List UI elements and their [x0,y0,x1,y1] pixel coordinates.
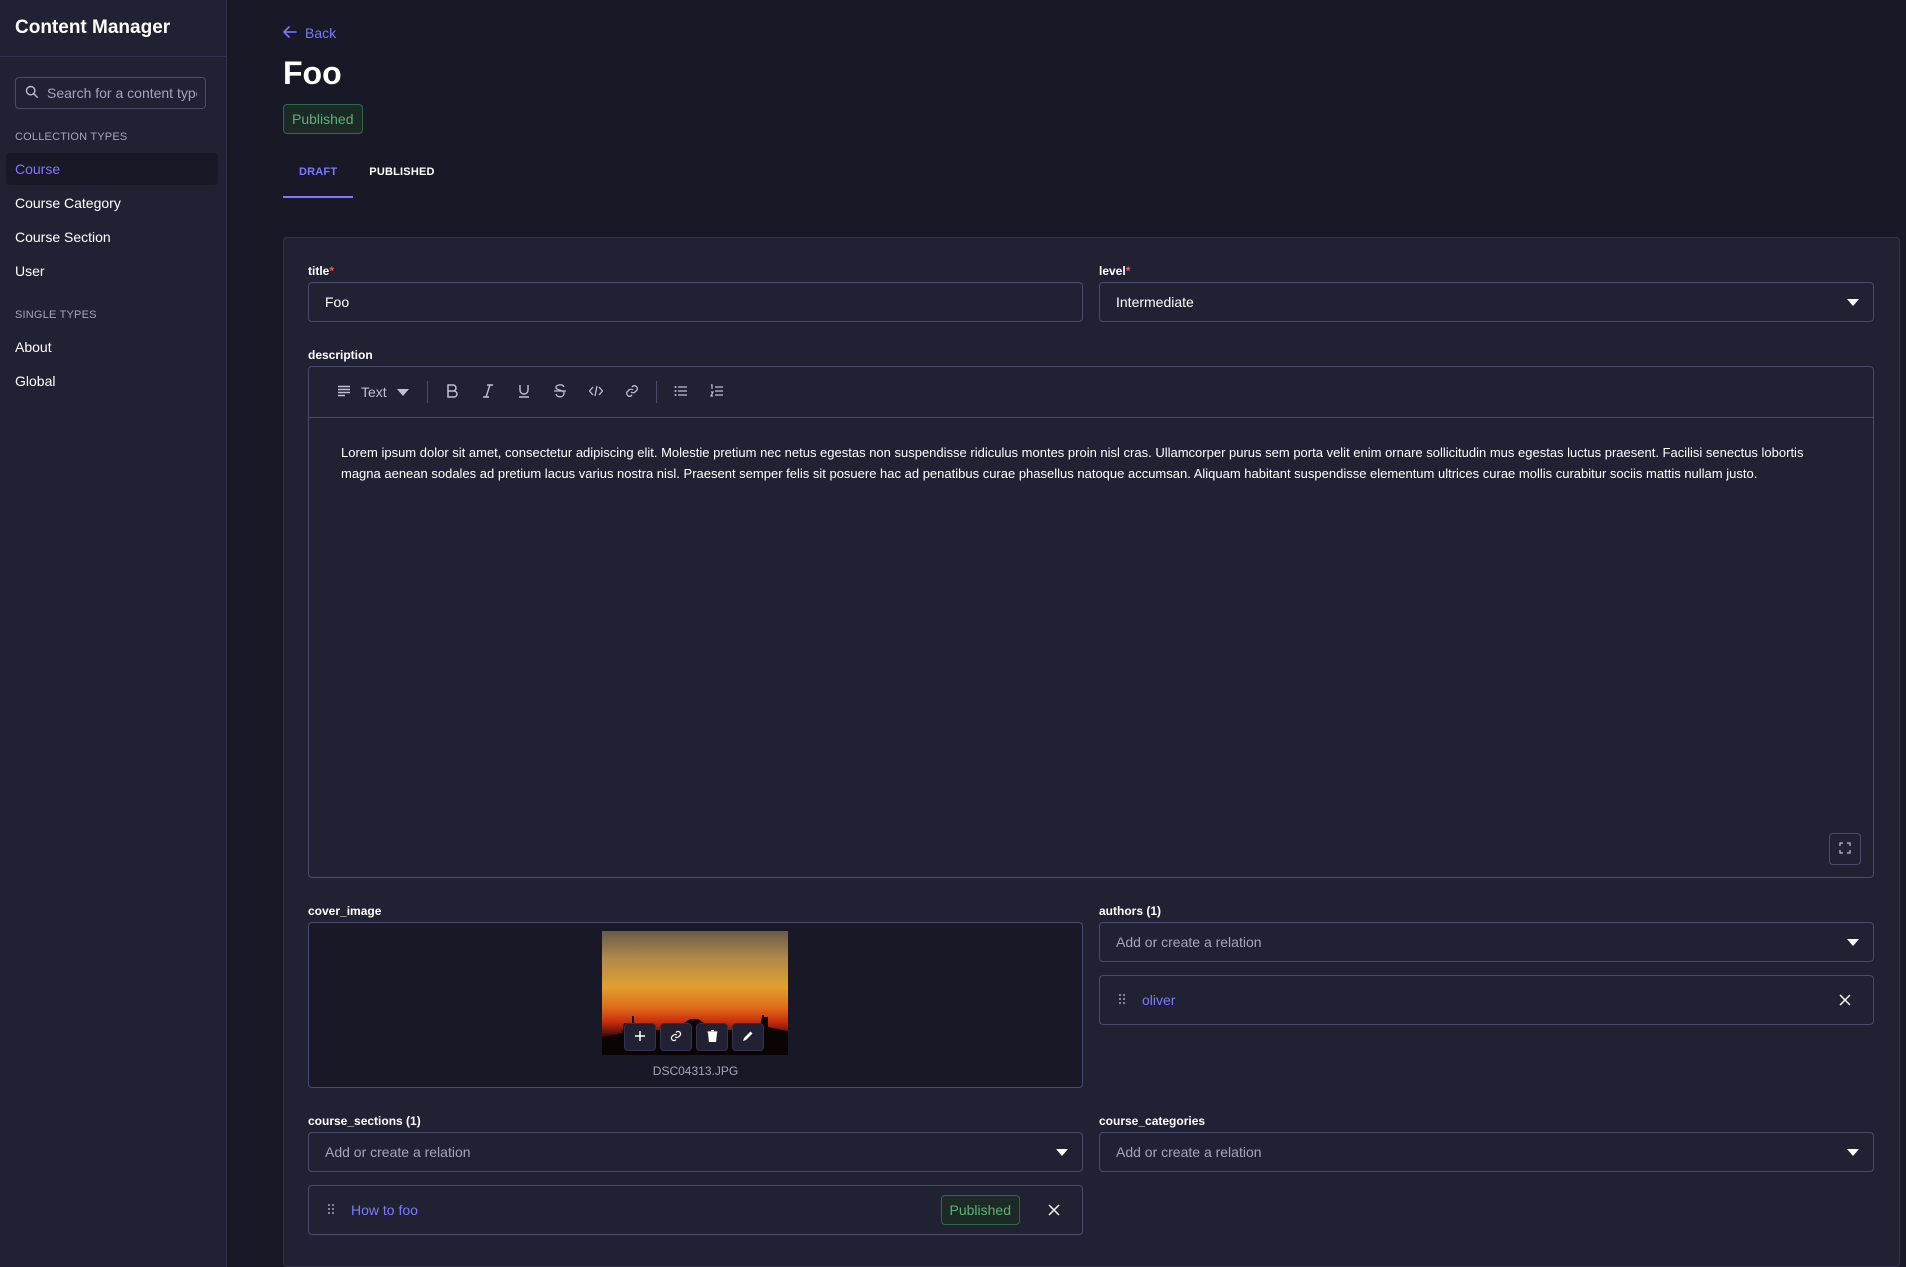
editor-toolbar: Text [309,367,1873,418]
edit-form-panel: title* Foo level* Intermediate descripti… [283,237,1900,1267]
numbered-list-button[interactable] [699,377,735,407]
sidebar-title: Content Manager [15,17,171,38]
underline-button[interactable] [506,377,542,407]
bold-button[interactable] [434,377,470,407]
sidebar-item-course-section[interactable]: Course Section [6,221,218,253]
sidebar-item-course-category[interactable]: Course Category [6,187,218,219]
course-sections-label: course_sections (1) [308,1114,421,1128]
trash-icon [707,1029,718,1045]
sidebar: Content Manager COLLECTION TYPES Course … [0,0,227,1267]
italic-icon [482,383,494,401]
sidebar-item-global[interactable]: Global [6,365,218,397]
status-badge: Published [940,1195,1020,1225]
chevron-down-icon [1056,1149,1068,1156]
course-sections-relation-select[interactable]: Add or create a relation [308,1132,1083,1172]
title-label-text: title [308,264,330,278]
author-relation-item: oliver [1099,975,1874,1025]
sidebar-item-about[interactable]: About [6,331,218,363]
course-categories-placeholder: Add or create a relation [1116,1144,1262,1160]
drag-handle-icon[interactable] [327,1202,335,1218]
link-icon [625,384,639,401]
code-button[interactable] [578,377,614,407]
close-icon[interactable] [1048,1203,1060,1219]
course-section-link[interactable]: How to foo [351,1202,418,1218]
authors-placeholder: Add or create a relation [1116,934,1262,950]
link-button[interactable] [614,377,650,407]
title-input[interactable]: Foo [308,282,1083,322]
sidebar-item-user[interactable]: User [6,255,218,287]
page-title: Foo [283,55,342,91]
level-value: Intermediate [1116,294,1194,310]
back-link[interactable]: Back [283,25,336,41]
sidebar-header: Content Manager [0,0,226,57]
block-type-select[interactable]: Text [333,384,421,400]
course-section-relation-item: How to foo Published [308,1185,1083,1235]
drag-handle-icon[interactable] [1118,992,1126,1008]
add-image-button[interactable] [624,1023,656,1051]
level-label-text: level [1099,264,1126,278]
numbered-list-icon [709,383,724,401]
arrow-left-icon [283,25,297,41]
content-type-search[interactable] [15,77,206,109]
chevron-down-icon [1847,1149,1859,1156]
author-link[interactable]: oliver [1142,992,1175,1008]
link-icon [670,1029,682,1045]
cover-image-thumbnail [602,931,788,1055]
chevron-down-icon [1847,299,1859,306]
title-label: title* [308,264,334,278]
cover-image-field: DSC04313.JPG [308,922,1083,1088]
rich-text-editor[interactable]: Text Lorem ipsum dolor sit amet, consect… [308,366,1874,878]
toolbar-divider [426,381,428,403]
image-actions [624,1023,764,1051]
plus-icon [634,1029,646,1045]
toolbar-divider [655,381,657,403]
course-categories-relation-select[interactable]: Add or create a relation [1099,1132,1874,1172]
strikethrough-button[interactable] [542,377,578,407]
edit-image-button[interactable] [732,1023,764,1051]
strikethrough-icon [553,383,566,401]
expand-editor-button[interactable] [1829,833,1861,865]
required-mark: * [329,264,335,278]
back-label: Back [305,25,337,41]
chevron-down-icon [1847,939,1859,946]
cover-image-file-name: DSC04313.JPG [652,1064,739,1078]
expand-icon [1839,841,1851,857]
tabs: DRAFT PUBLISHED [283,164,451,198]
single-types-label: SINGLE TYPES [15,309,97,321]
tab-draft[interactable]: DRAFT [283,164,354,198]
sidebar-item-course[interactable]: Course [6,153,218,185]
tab-published[interactable]: PUBLISHED [353,164,450,196]
description-label: description [308,348,373,362]
level-label: level* [1099,264,1130,278]
delete-image-button[interactable] [696,1023,728,1051]
chevron-down-icon [396,384,409,400]
bold-icon [446,383,458,401]
level-select[interactable]: Intermediate [1099,282,1874,322]
paragraph-icon [337,384,351,400]
course-categories-label: course_categories [1099,1114,1206,1128]
search-input[interactable] [47,85,197,101]
collection-types-label: COLLECTION TYPES [15,131,128,143]
search-icon [25,85,39,102]
cover-image-label: cover_image [308,904,382,918]
course-sections-placeholder: Add or create a relation [325,1144,471,1160]
italic-button[interactable] [470,377,506,407]
bullet-list-button[interactable] [663,377,699,407]
close-icon[interactable] [1839,993,1851,1009]
authors-relation-select[interactable]: Add or create a relation [1099,922,1874,962]
underline-icon [518,384,530,401]
status-badge: Published [283,104,363,134]
editor-content[interactable]: Lorem ipsum dolor sit amet, consectetur … [309,418,1873,508]
authors-label: authors (1) [1099,904,1162,918]
pencil-icon [742,1029,754,1045]
copy-link-button[interactable] [660,1023,692,1051]
code-icon [588,384,604,400]
required-mark: * [1125,264,1131,278]
bullet-list-icon [674,384,688,400]
title-value: Foo [325,294,350,310]
block-type-label: Text [361,384,387,400]
